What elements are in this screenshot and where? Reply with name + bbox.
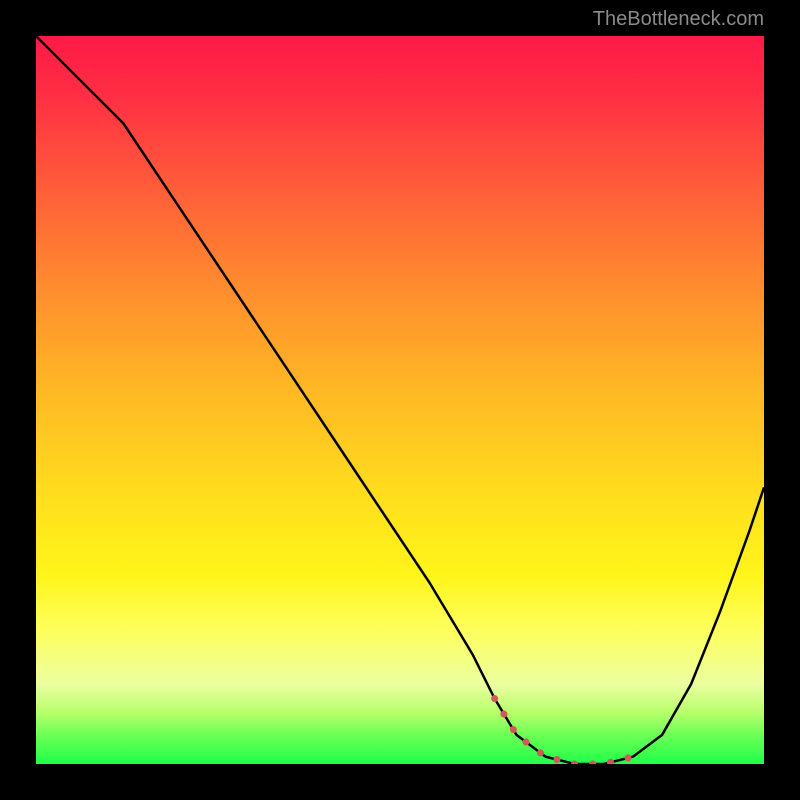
curve-path [36, 36, 764, 764]
chart-frame: TheBottleneck.com [0, 0, 800, 800]
bottleneck-curve [36, 36, 764, 764]
plot-area [36, 36, 764, 764]
highlight-dots [495, 699, 633, 765]
watermark-text: TheBottleneck.com [593, 8, 764, 31]
